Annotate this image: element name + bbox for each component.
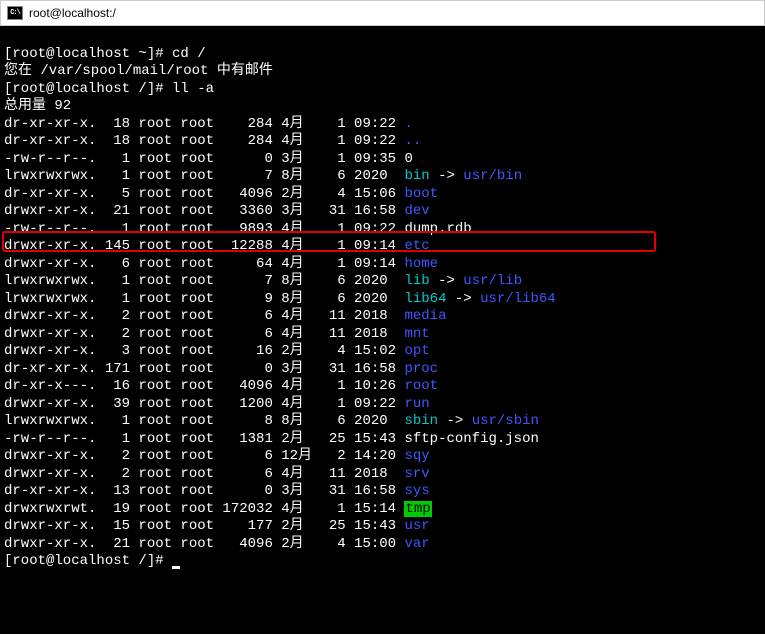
cursor	[172, 566, 180, 569]
prompt-line: [root@localhost /]#	[4, 553, 761, 571]
file-meta: drwxr-xr-x. 145 root root 12288 4月 1 09:…	[4, 238, 404, 254]
file-name: boot	[404, 186, 438, 202]
shell-prompt: [root@localhost /]#	[4, 81, 172, 97]
listing-row: lrwxrwxrwx. 1 root root 7 8月 6 2020 bin …	[4, 168, 761, 186]
listing-row: drwxr-xr-x. 21 root root 3360 3月 31 16:5…	[4, 203, 761, 221]
mail-notice: 您在 /var/spool/mail/root 中有邮件	[4, 63, 761, 81]
file-meta: dr-xr-xr-x. 18 root root 284 4月 1 09:22	[4, 133, 404, 149]
file-meta: drwxr-xr-x. 2 root root 6 4月 11 2018	[4, 326, 404, 342]
listing-row: lrwxrwxrwx. 1 root root 9 8月 6 2020 lib6…	[4, 291, 761, 309]
listing-row: drwxr-xr-x. 6 root root 64 4月 1 09:14 ho…	[4, 256, 761, 274]
listing-row: drwxr-xr-x. 39 root root 1200 4月 1 09:22…	[4, 396, 761, 414]
file-meta: drwxr-xr-x. 39 root root 1200 4月 1 09:22	[4, 396, 404, 412]
file-meta: drwxr-xr-x. 2 root root 6 12月 2 14:20	[4, 448, 404, 464]
file-meta: drwxrwxrwt. 19 root root 172032 4月 1 15:…	[4, 501, 404, 517]
listing-row: drwxr-xr-x. 2 root root 6 4月 11 2018 med…	[4, 308, 761, 326]
file-meta: dr-xr-x---. 16 root root 4096 4月 1 10:26	[4, 378, 404, 394]
file-name: sqy	[404, 448, 429, 464]
terminal-output[interactable]: [root@localhost ~]# cd /您在 /var/spool/ma…	[0, 26, 765, 634]
file-name: lib	[404, 273, 429, 289]
terminal-icon: C:\	[7, 6, 23, 20]
file-name: dev	[404, 203, 429, 219]
symlink-target: usr/lib64	[480, 291, 556, 307]
symlink-target: usr/bin	[463, 168, 522, 184]
file-meta: drwxr-xr-x. 21 root root 3360 3月 31 16:5…	[4, 203, 404, 219]
file-name: media	[404, 308, 446, 324]
file-meta: dr-xr-xr-x. 171 root root 0 3月 31 16:58	[4, 361, 404, 377]
file-name: run	[404, 396, 429, 412]
file-meta: dr-xr-xr-x. 5 root root 4096 2月 4 15:06	[4, 186, 404, 202]
command-input: cd /	[172, 46, 206, 62]
symlink-arrow: ->	[438, 413, 472, 429]
file-meta: drwxr-xr-x. 2 root root 6 4月 11 2018	[4, 466, 404, 482]
file-meta: lrwxrwxrwx. 1 root root 8 8月 6 2020	[4, 413, 404, 429]
file-name: dump.rdb	[404, 221, 471, 237]
file-name: opt	[404, 343, 429, 359]
file-meta: drwxr-xr-x. 2 root root 6 4月 11 2018	[4, 308, 404, 324]
file-name: usr	[404, 518, 429, 534]
listing-row: drwxr-xr-x. 2 root root 6 4月 11 2018 mnt	[4, 326, 761, 344]
file-meta: -rw-r--r--. 1 root root 9893 4月 1 09:22	[4, 221, 404, 237]
listing-row: dr-xr-x---. 16 root root 4096 4月 1 10:26…	[4, 378, 761, 396]
prompt-line: [root@localhost ~]# cd /	[4, 46, 761, 64]
file-meta: lrwxrwxrwx. 1 root root 7 8月 6 2020	[4, 273, 404, 289]
file-meta: drwxr-xr-x. 3 root root 16 2月 4 15:02	[4, 343, 404, 359]
listing-row: lrwxrwxrwx. 1 root root 8 8月 6 2020 sbin…	[4, 413, 761, 431]
listing-row: dr-xr-xr-x. 13 root root 0 3月 31 16:58 s…	[4, 483, 761, 501]
symlink-arrow: ->	[446, 291, 480, 307]
file-meta: drwxr-xr-x. 15 root root 177 2月 25 15:43	[4, 518, 404, 534]
shell-prompt: [root@localhost ~]#	[4, 46, 172, 62]
listing-row: drwxr-xr-x. 21 root root 4096 2月 4 15:00…	[4, 536, 761, 554]
file-name: etc	[404, 238, 429, 254]
listing-row: dr-xr-xr-x. 18 root root 284 4月 1 09:22 …	[4, 116, 761, 134]
file-name: sbin	[404, 413, 438, 429]
symlink-arrow: ->	[430, 168, 464, 184]
file-name: var	[404, 536, 429, 552]
file-meta: drwxr-xr-x. 21 root root 4096 2月 4 15:00	[4, 536, 404, 552]
file-meta: lrwxrwxrwx. 1 root root 7 8月 6 2020	[4, 168, 404, 184]
file-name: lib64	[404, 291, 446, 307]
file-name: srv	[404, 466, 429, 482]
file-meta: -rw-r--r--. 1 root root 0 3月 1 09:35	[4, 151, 404, 167]
listing-row: -rw-r--r--. 1 root root 1381 2月 25 15:43…	[4, 431, 761, 449]
file-meta: drwxr-xr-x. 6 root root 64 4月 1 09:14	[4, 256, 404, 272]
symlink-arrow: ->	[430, 273, 464, 289]
file-name: tmp	[404, 501, 431, 517]
file-name: ..	[404, 133, 421, 149]
file-name: home	[404, 256, 438, 272]
listing-row: dr-xr-xr-x. 171 root root 0 3月 31 16:58 …	[4, 361, 761, 379]
file-meta: lrwxrwxrwx. 1 root root 9 8月 6 2020	[4, 291, 404, 307]
symlink-target: usr/lib	[463, 273, 522, 289]
file-meta: -rw-r--r--. 1 root root 1381 2月 25 15:43	[4, 431, 404, 447]
shell-prompt: [root@localhost /]#	[4, 553, 172, 569]
window-title: root@localhost:/	[29, 6, 116, 20]
listing-row: drwxr-xr-x. 15 root root 177 2月 25 15:43…	[4, 518, 761, 536]
listing-row: drwxr-xr-x. 145 root root 12288 4月 1 09:…	[4, 238, 761, 256]
listing-row: drwxr-xr-x. 2 root root 6 4月 11 2018 srv	[4, 466, 761, 484]
window-title-bar: C:\ root@localhost:/	[0, 0, 765, 26]
listing-row: drwxr-xr-x. 3 root root 16 2月 4 15:02 op…	[4, 343, 761, 361]
file-name: sys	[404, 483, 429, 499]
listing-row: lrwxrwxrwx. 1 root root 7 8月 6 2020 lib …	[4, 273, 761, 291]
listing-row: dr-xr-xr-x. 18 root root 284 4月 1 09:22 …	[4, 133, 761, 151]
file-meta: dr-xr-xr-x. 18 root root 284 4月 1 09:22	[4, 116, 404, 132]
symlink-target: usr/sbin	[472, 413, 539, 429]
total-line: 总用量 92	[4, 98, 761, 116]
file-name: root	[404, 378, 438, 394]
file-name: .	[404, 116, 412, 132]
listing-row: drwxrwxrwt. 19 root root 172032 4月 1 15:…	[4, 501, 761, 519]
command-input: ll -a	[172, 81, 214, 97]
file-name: bin	[404, 168, 429, 184]
file-name: sftp-config.json	[404, 431, 538, 447]
listing-row: dr-xr-xr-x. 5 root root 4096 2月 4 15:06 …	[4, 186, 761, 204]
file-name: mnt	[404, 326, 429, 342]
file-name: 0	[404, 151, 412, 167]
file-meta: dr-xr-xr-x. 13 root root 0 3月 31 16:58	[4, 483, 404, 499]
file-name: proc	[404, 361, 438, 377]
listing-row: drwxr-xr-x. 2 root root 6 12月 2 14:20 sq…	[4, 448, 761, 466]
listing-row: -rw-r--r--. 1 root root 9893 4月 1 09:22 …	[4, 221, 761, 239]
prompt-line: [root@localhost /]# ll -a	[4, 81, 761, 99]
listing-row: -rw-r--r--. 1 root root 0 3月 1 09:35 0	[4, 151, 761, 169]
